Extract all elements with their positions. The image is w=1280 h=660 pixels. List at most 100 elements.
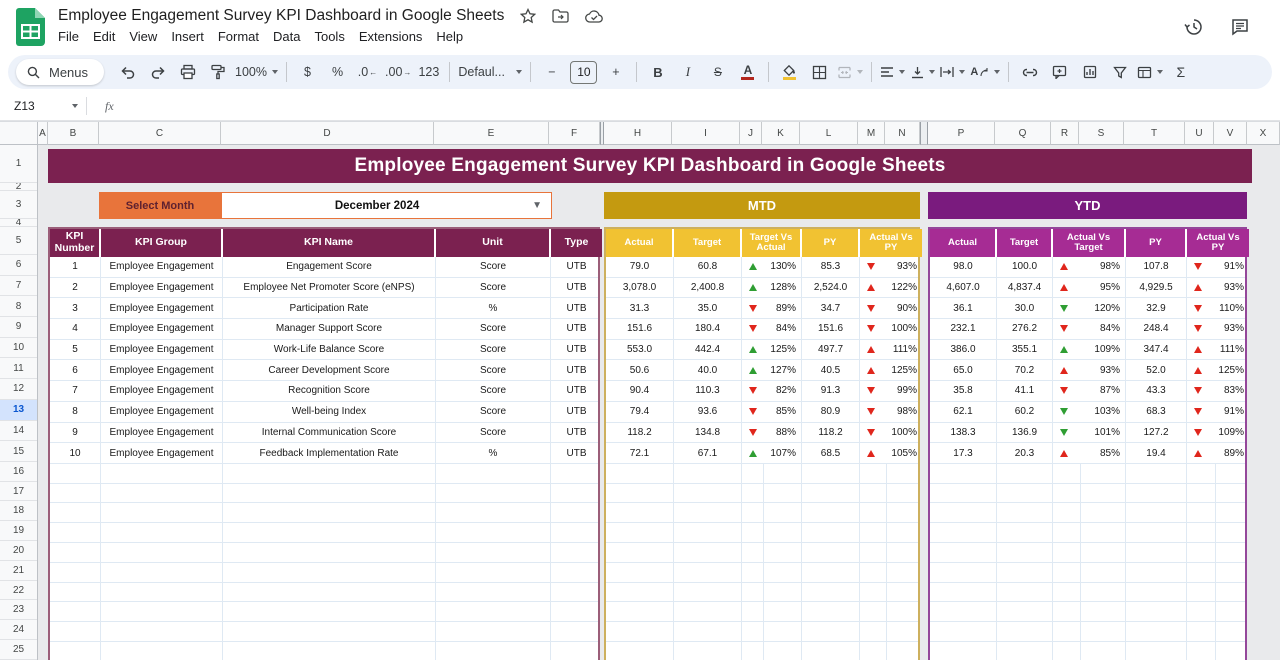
- empty-cell[interactable]: [1081, 583, 1126, 602]
- empty-cell[interactable]: [1053, 503, 1081, 522]
- empty-cell[interactable]: [223, 622, 436, 641]
- cell-type[interactable]: UTB: [551, 257, 602, 277]
- empty-cell[interactable]: [802, 503, 860, 522]
- cell-ytd-actual-vs-target[interactable]: 120%: [1053, 298, 1126, 318]
- empty-cell[interactable]: [997, 583, 1053, 602]
- horizontal-align-button[interactable]: [878, 60, 907, 85]
- empty-cell[interactable]: [887, 503, 922, 522]
- cell-mtd-target[interactable]: 442.4: [674, 340, 742, 360]
- cell-mtd-target[interactable]: 93.6: [674, 402, 742, 422]
- decrease-font-size-button[interactable]: −: [537, 60, 566, 85]
- column-header-S[interactable]: S: [1079, 122, 1124, 145]
- empty-cell[interactable]: [436, 503, 551, 522]
- cell-ytd-target[interactable]: 30.0: [997, 298, 1053, 318]
- cell-mtd-actual[interactable]: 79.4: [606, 402, 674, 422]
- cell-kpi-name[interactable]: Feedback Implementation Rate: [223, 443, 436, 463]
- empty-cell[interactable]: [606, 583, 674, 602]
- empty-cell[interactable]: [997, 464, 1053, 483]
- cell-ytd-actual-vs-py[interactable]: 93%: [1187, 278, 1249, 298]
- cell-mtd-actual-vs-py[interactable]: 105%: [860, 443, 922, 463]
- empty-cell[interactable]: [1081, 622, 1126, 641]
- decrease-decimal-button[interactable]: .0←: [353, 60, 382, 85]
- cell-type[interactable]: UTB: [551, 360, 602, 380]
- menus-search-chip[interactable]: Menus: [16, 59, 104, 85]
- increase-decimal-button[interactable]: .00→: [383, 60, 413, 85]
- cell-kpi-name[interactable]: Well-being Index: [223, 402, 436, 422]
- empty-cell[interactable]: [551, 503, 602, 522]
- cell-ytd-target[interactable]: 70.2: [997, 360, 1053, 380]
- empty-cell[interactable]: [742, 503, 764, 522]
- empty-cell[interactable]: [551, 583, 602, 602]
- cell-mtd-target-vs-actual[interactable]: 125%: [742, 340, 802, 360]
- cell-mtd-target-vs-actual[interactable]: 85%: [742, 402, 802, 422]
- empty-cell[interactable]: [930, 503, 997, 522]
- cell-kpi-group[interactable]: Employee Engagement: [101, 402, 223, 422]
- cell-ytd-actual-vs-target[interactable]: 109%: [1053, 340, 1126, 360]
- column-header-R[interactable]: R: [1051, 122, 1079, 145]
- empty-cell[interactable]: [1126, 464, 1187, 483]
- empty-cell[interactable]: [1053, 484, 1081, 503]
- empty-cell[interactable]: [223, 543, 436, 562]
- cell-mtd-actual-vs-py[interactable]: 100%: [860, 423, 922, 443]
- empty-cell[interactable]: [606, 543, 674, 562]
- paint-format-button[interactable]: [203, 60, 232, 85]
- empty-cell[interactable]: [887, 602, 922, 621]
- cell-mtd-py[interactable]: 34.7: [802, 298, 860, 318]
- empty-cell[interactable]: [742, 583, 764, 602]
- cell-mtd-target[interactable]: 134.8: [674, 423, 742, 443]
- row-header-12[interactable]: 12: [0, 379, 37, 400]
- row-header-24[interactable]: 24: [0, 620, 37, 640]
- cell-kpi-name[interactable]: Employee Net Promoter Score (eNPS): [223, 278, 436, 298]
- cell-kpi-group[interactable]: Employee Engagement: [101, 278, 223, 298]
- cell-ytd-py[interactable]: 32.9: [1126, 298, 1187, 318]
- empty-cell[interactable]: [50, 503, 101, 522]
- zoom-select[interactable]: 100%: [233, 60, 280, 85]
- row-header-7[interactable]: 7: [0, 276, 37, 297]
- cell-unit[interactable]: Score: [436, 278, 551, 298]
- row-header-8[interactable]: 8: [0, 296, 37, 317]
- cell-ytd-py[interactable]: 127.2: [1126, 423, 1187, 443]
- cell-ytd-actual[interactable]: 65.0: [930, 360, 997, 380]
- comment-history-icon[interactable]: [1230, 17, 1250, 37]
- empty-cell[interactable]: [887, 622, 922, 641]
- column-header-A[interactable]: A: [38, 122, 48, 145]
- cell-mtd-py[interactable]: 68.5: [802, 443, 860, 463]
- empty-cell[interactable]: [1081, 543, 1126, 562]
- empty-cell[interactable]: [742, 563, 764, 582]
- column-header-B[interactable]: B: [48, 122, 99, 145]
- cell-mtd-target[interactable]: 2,400.8: [674, 278, 742, 298]
- empty-cell[interactable]: [887, 543, 922, 562]
- cell-kpi-group[interactable]: Employee Engagement: [101, 360, 223, 380]
- cell-mtd-target-vs-actual[interactable]: 84%: [742, 319, 802, 339]
- empty-cell[interactable]: [1216, 503, 1249, 522]
- menu-insert[interactable]: Insert: [164, 28, 211, 45]
- empty-cell[interactable]: [930, 622, 997, 641]
- cell-ytd-actual-vs-target[interactable]: 98%: [1053, 257, 1126, 277]
- empty-cell[interactable]: [223, 563, 436, 582]
- empty-cell[interactable]: [930, 523, 997, 542]
- cell-kpi-name[interactable]: Participation Rate: [223, 298, 436, 318]
- empty-cell[interactable]: [930, 464, 997, 483]
- menu-data[interactable]: Data: [266, 28, 307, 45]
- empty-cell[interactable]: [50, 563, 101, 582]
- empty-cell[interactable]: [674, 503, 742, 522]
- month-dropdown[interactable]: December 2024 ▼: [221, 192, 552, 219]
- cell-kpi-number[interactable]: 10: [50, 443, 101, 463]
- cell-ytd-actual[interactable]: 35.8: [930, 381, 997, 401]
- empty-cell[interactable]: [674, 523, 742, 542]
- empty-cell[interactable]: [802, 563, 860, 582]
- borders-button[interactable]: [805, 60, 834, 85]
- cell-mtd-py[interactable]: 85.3: [802, 257, 860, 277]
- empty-cell[interactable]: [1081, 602, 1126, 621]
- cell-type[interactable]: UTB: [551, 381, 602, 401]
- empty-cell[interactable]: [674, 583, 742, 602]
- cell-mtd-py[interactable]: 40.5: [802, 360, 860, 380]
- cell-kpi-name[interactable]: Career Development Score: [223, 360, 436, 380]
- empty-cell[interactable]: [436, 622, 551, 641]
- menu-view[interactable]: View: [122, 28, 164, 45]
- cell-type[interactable]: UTB: [551, 298, 602, 318]
- cell-kpi-number[interactable]: 3: [50, 298, 101, 318]
- cell-type[interactable]: UTB: [551, 340, 602, 360]
- empty-cell[interactable]: [50, 602, 101, 621]
- cell-ytd-actual[interactable]: 98.0: [930, 257, 997, 277]
